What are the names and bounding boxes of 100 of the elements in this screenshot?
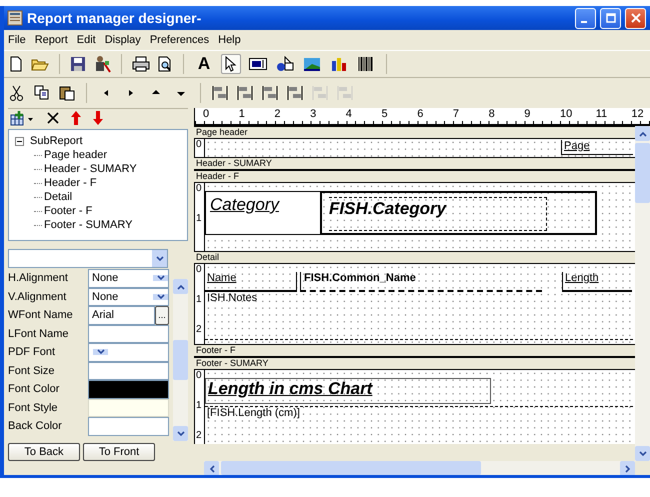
ruler-number: 4 (346, 108, 352, 120)
close-button[interactable] (625, 8, 646, 28)
scroll-thumb[interactable] (635, 143, 650, 203)
printer-icon[interactable] (132, 56, 150, 72)
scroll-up-icon (638, 130, 646, 136)
close-icon (630, 13, 640, 23)
ruler-number: 0 (196, 139, 202, 150)
tree-item[interactable]: Header - SUMARY (44, 163, 137, 175)
barcode-icon (357, 56, 375, 72)
ruler-number: 8 (488, 108, 495, 120)
tree-item[interactable]: Footer - F (44, 205, 92, 217)
menu-item[interactable]: File (8, 34, 26, 46)
ruler-number: 5 (382, 108, 388, 120)
ruler-number: 1 (196, 400, 202, 411)
align-icon[interactable] (211, 84, 229, 102)
tree-item[interactable]: SubReport (30, 135, 83, 147)
label-tool-button[interactable]: A (194, 54, 214, 74)
property-name: PDF Font (8, 345, 56, 360)
new-file-icon[interactable] (8, 56, 24, 72)
tree-item[interactable]: Page header (44, 149, 107, 161)
collapse-toggle[interactable] (15, 136, 24, 146)
chart-placeholder[interactable]: [FISH.Length (cm)] (205, 406, 633, 440)
menu-item[interactable]: Preferences (150, 34, 210, 46)
menu-item[interactable]: Display (104, 34, 141, 46)
section-header[interactable]: Footer - F (194, 344, 635, 357)
color-field[interactable] (88, 417, 169, 436)
menu-item[interactable]: Report (34, 34, 68, 46)
scissors-icon[interactable] (8, 84, 26, 102)
ruler-number: 1 (196, 294, 202, 305)
dropdown-field[interactable]: None (88, 288, 169, 306)
delete-icon[interactable] (46, 111, 60, 125)
minimize-icon (580, 20, 586, 22)
window-title: Report manager designer- (27, 10, 202, 26)
property-name: Font Style (8, 400, 59, 416)
rectangle-shape[interactable] (321, 191, 597, 235)
save-icon[interactable] (70, 56, 86, 72)
section-title: Page header (196, 127, 248, 138)
push-button[interactable]: To Front (83, 443, 155, 461)
add-section-icon[interactable] (10, 110, 36, 126)
bar-chart-icon (330, 56, 348, 72)
scroll-right-icon (624, 464, 630, 472)
scroll-thumb[interactable] (221, 461, 481, 475)
ruler-number: 1 (196, 213, 202, 224)
data-field[interactable]: FISH.Common_Name (300, 272, 542, 292)
ruler-number: 2 (274, 108, 281, 120)
shape-tool-button[interactable] (275, 54, 295, 74)
section-header[interactable]: Footer - SUMARY (194, 357, 635, 370)
print-preview-icon[interactable] (157, 56, 173, 72)
property-name: LFont Name (8, 326, 70, 342)
align-icon[interactable] (236, 84, 254, 102)
tree-item[interactable]: Detail (44, 191, 72, 203)
tree-item[interactable]: Header - F (44, 177, 97, 189)
property-name: Font Size (8, 364, 56, 379)
browse-button[interactable]: ... (155, 306, 169, 324)
report-label[interactable]: Page (561, 140, 633, 155)
data-field[interactable]: FISH.Category (329, 197, 547, 231)
menu-item[interactable]: Edit (76, 34, 96, 46)
section-title: Footer - F (196, 345, 236, 356)
menu-item[interactable]: Help (218, 34, 241, 46)
report-label[interactable]: Length in cms Chart (205, 378, 491, 404)
ruler-number: 7 (452, 108, 460, 120)
section-title: Detail (196, 252, 220, 263)
section-header[interactable]: Detail (194, 251, 635, 264)
property-name: Font Color (8, 382, 60, 398)
scroll-thumb[interactable] (173, 340, 188, 380)
dropdown-field[interactable] (88, 343, 169, 362)
push-button[interactable]: To Back (8, 443, 80, 461)
minimize-button[interactable] (575, 8, 596, 28)
report-label[interactable]: Length (562, 272, 632, 292)
align-icon[interactable] (261, 84, 279, 102)
text-field[interactable] (88, 324, 169, 343)
property-name: WFont Name (8, 308, 74, 324)
copy-icon[interactable] (33, 84, 51, 102)
app-icon (7, 10, 23, 26)
paste-icon[interactable] (58, 84, 76, 102)
ruler-number: 0 (196, 264, 202, 275)
ruler-number: 1 (238, 108, 245, 120)
text-field[interactable] (88, 398, 169, 417)
pointer-tool-button[interactable] (221, 54, 241, 74)
align-icon[interactable] (286, 84, 304, 102)
tree-item[interactable]: Footer - SUMARY (44, 219, 132, 231)
color-field[interactable] (88, 380, 169, 398)
section-header[interactable]: Page header (194, 126, 635, 139)
ruler-number: 2 (196, 430, 202, 441)
text-field[interactable]: Arial (88, 306, 155, 324)
report-label[interactable]: Name (205, 272, 297, 292)
object-dropdown[interactable] (8, 249, 168, 268)
section-header[interactable]: Header - F (194, 170, 635, 183)
wizard-icon[interactable] (93, 55, 111, 73)
dropdown-field[interactable]: None (88, 269, 169, 288)
data-field[interactable]: ISH.Notes (205, 292, 633, 340)
scrollbar[interactable] (635, 126, 650, 461)
scrollbar[interactable] (204, 461, 635, 475)
section-header[interactable]: Header - SUMARY (194, 157, 635, 170)
pointer-icon (225, 56, 237, 72)
property-name: V.Alignment (8, 290, 68, 305)
scrollbar[interactable] (173, 279, 188, 441)
report-label[interactable]: Category (205, 191, 321, 235)
maximize-button[interactable] (600, 8, 621, 28)
text-field[interactable] (88, 362, 169, 380)
